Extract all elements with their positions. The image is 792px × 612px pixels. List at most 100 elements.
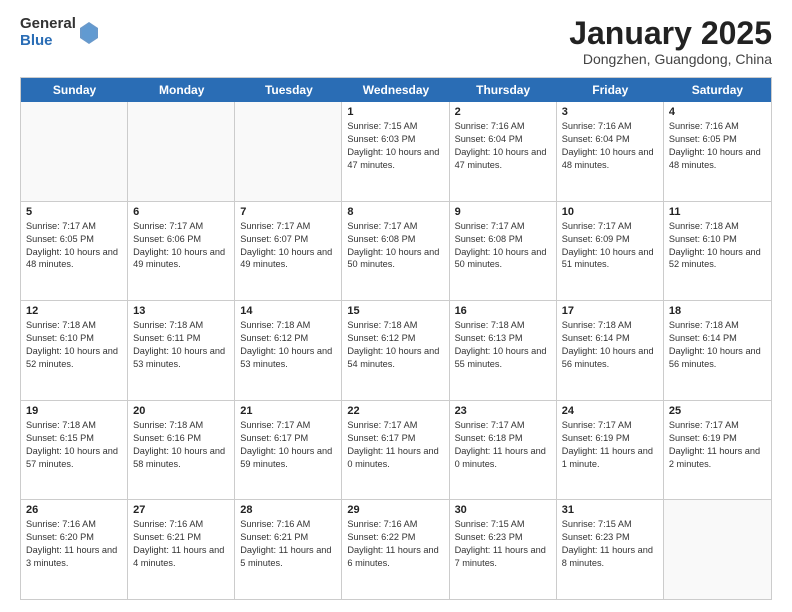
- cal-cell-4-5: 31 Sunrise: 7:15 AM Sunset: 6:23 PM Dayli…: [557, 500, 664, 599]
- day-number: 24: [562, 405, 658, 417]
- day-info: Sunrise: 7:16 AM Sunset: 6:05 PM Dayligh…: [669, 120, 766, 172]
- cal-cell-3-5: 24 Sunrise: 7:17 AM Sunset: 6:19 PM Dayli…: [557, 401, 664, 500]
- day-number: 14: [240, 305, 336, 317]
- cal-cell-4-1: 27 Sunrise: 7:16 AM Sunset: 6:21 PM Dayli…: [128, 500, 235, 599]
- header-monday: Monday: [128, 78, 235, 102]
- logo-icon: [80, 22, 98, 44]
- day-info: Sunrise: 7:16 AM Sunset: 6:21 PM Dayligh…: [240, 518, 336, 570]
- header: General Blue January 2025 Dongzhen, Guan…: [20, 16, 772, 67]
- day-number: 4: [669, 106, 766, 118]
- day-number: 18: [669, 305, 766, 317]
- day-info: Sunrise: 7:17 AM Sunset: 6:18 PM Dayligh…: [455, 419, 551, 471]
- day-number: 7: [240, 206, 336, 218]
- day-info: Sunrise: 7:16 AM Sunset: 6:20 PM Dayligh…: [26, 518, 122, 570]
- day-info: Sunrise: 7:17 AM Sunset: 6:08 PM Dayligh…: [455, 220, 551, 272]
- week-row-5: 26 Sunrise: 7:16 AM Sunset: 6:20 PM Dayli…: [21, 500, 771, 599]
- day-number: 1: [347, 106, 443, 118]
- day-number: 10: [562, 206, 658, 218]
- day-number: 25: [669, 405, 766, 417]
- calendar-header: Sunday Monday Tuesday Wednesday Thursday…: [21, 78, 771, 102]
- cal-cell-3-2: 21 Sunrise: 7:17 AM Sunset: 6:17 PM Dayli…: [235, 401, 342, 500]
- day-info: Sunrise: 7:16 AM Sunset: 6:21 PM Dayligh…: [133, 518, 229, 570]
- cal-cell-4-2: 28 Sunrise: 7:16 AM Sunset: 6:21 PM Dayli…: [235, 500, 342, 599]
- cal-cell-1-1: 6Sunrise: 7:17 AM Sunset: 6:06 PM Daylig…: [128, 202, 235, 301]
- week-row-1: 1 Sunrise: 7:15 AM Sunset: 6:03 PM Daylig…: [21, 102, 771, 202]
- page: General Blue January 2025 Dongzhen, Guan…: [0, 0, 792, 612]
- day-number: 27: [133, 504, 229, 516]
- day-number: 31: [562, 504, 658, 516]
- day-info: Sunrise: 7:18 AM Sunset: 6:10 PM Dayligh…: [669, 220, 766, 272]
- cal-cell-1-0: 5 Sunrise: 7:17 AM Sunset: 6:05 PM Daylig…: [21, 202, 128, 301]
- cal-cell-3-0: 19Sunrise: 7:18 AM Sunset: 6:15 PM Dayli…: [21, 401, 128, 500]
- logo-general: General: [20, 16, 76, 33]
- cal-cell-0-1: [128, 102, 235, 201]
- day-number: 13: [133, 305, 229, 317]
- day-number: 12: [26, 305, 122, 317]
- cal-cell-0-3: 1 Sunrise: 7:15 AM Sunset: 6:03 PM Daylig…: [342, 102, 449, 201]
- day-info: Sunrise: 7:15 AM Sunset: 6:23 PM Dayligh…: [562, 518, 658, 570]
- header-friday: Friday: [557, 78, 664, 102]
- header-tuesday: Tuesday: [235, 78, 342, 102]
- logo: General Blue: [20, 16, 98, 49]
- calendar-body: 1 Sunrise: 7:15 AM Sunset: 6:03 PM Daylig…: [21, 102, 771, 599]
- cal-cell-2-6: 18 Sunrise: 7:18 AM Sunset: 6:14 PM Dayli…: [664, 301, 771, 400]
- day-info: Sunrise: 7:18 AM Sunset: 6:14 PM Dayligh…: [669, 319, 766, 371]
- cal-cell-0-6: 4 Sunrise: 7:16 AM Sunset: 6:05 PM Daylig…: [664, 102, 771, 201]
- header-thursday: Thursday: [450, 78, 557, 102]
- cal-cell-2-1: 13 Sunrise: 7:18 AM Sunset: 6:11 PM Dayli…: [128, 301, 235, 400]
- day-number: 8: [347, 206, 443, 218]
- day-info: Sunrise: 7:17 AM Sunset: 6:17 PM Dayligh…: [347, 419, 443, 471]
- header-sunday: Sunday: [21, 78, 128, 102]
- day-number: 16: [455, 305, 551, 317]
- day-info: Sunrise: 7:17 AM Sunset: 6:17 PM Dayligh…: [240, 419, 336, 471]
- day-info: Sunrise: 7:17 AM Sunset: 6:19 PM Dayligh…: [562, 419, 658, 471]
- day-number: 5: [26, 206, 122, 218]
- month-title: January 2025: [569, 16, 772, 51]
- day-info: Sunrise: 7:17 AM Sunset: 6:06 PM Dayligh…: [133, 220, 229, 272]
- day-number: 15: [347, 305, 443, 317]
- day-info: Sunrise: 7:17 AM Sunset: 6:09 PM Dayligh…: [562, 220, 658, 272]
- day-info: Sunrise: 7:17 AM Sunset: 6:08 PM Dayligh…: [347, 220, 443, 272]
- cal-cell-2-5: 17Sunrise: 7:18 AM Sunset: 6:14 PM Dayli…: [557, 301, 664, 400]
- header-saturday: Saturday: [664, 78, 771, 102]
- day-info: Sunrise: 7:17 AM Sunset: 6:07 PM Dayligh…: [240, 220, 336, 272]
- title-section: January 2025 Dongzhen, Guangdong, China: [569, 16, 772, 67]
- cal-cell-3-3: 22 Sunrise: 7:17 AM Sunset: 6:17 PM Dayli…: [342, 401, 449, 500]
- day-number: 3: [562, 106, 658, 118]
- header-wednesday: Wednesday: [342, 78, 449, 102]
- cal-cell-1-6: 11Sunrise: 7:18 AM Sunset: 6:10 PM Dayli…: [664, 202, 771, 301]
- day-info: Sunrise: 7:17 AM Sunset: 6:19 PM Dayligh…: [669, 419, 766, 471]
- day-number: 29: [347, 504, 443, 516]
- week-row-4: 19Sunrise: 7:18 AM Sunset: 6:15 PM Dayli…: [21, 401, 771, 501]
- cal-cell-4-0: 26 Sunrise: 7:16 AM Sunset: 6:20 PM Dayli…: [21, 500, 128, 599]
- day-number: 2: [455, 106, 551, 118]
- cal-cell-4-3: 29 Sunrise: 7:16 AM Sunset: 6:22 PM Dayli…: [342, 500, 449, 599]
- day-number: 26: [26, 504, 122, 516]
- day-info: Sunrise: 7:15 AM Sunset: 6:03 PM Dayligh…: [347, 120, 443, 172]
- day-number: 23: [455, 405, 551, 417]
- cal-cell-0-2: [235, 102, 342, 201]
- day-info: Sunrise: 7:16 AM Sunset: 6:22 PM Dayligh…: [347, 518, 443, 570]
- week-row-2: 5 Sunrise: 7:17 AM Sunset: 6:05 PM Daylig…: [21, 202, 771, 302]
- day-info: Sunrise: 7:18 AM Sunset: 6:16 PM Dayligh…: [133, 419, 229, 471]
- day-info: Sunrise: 7:17 AM Sunset: 6:05 PM Dayligh…: [26, 220, 122, 272]
- cal-cell-1-2: 7 Sunrise: 7:17 AM Sunset: 6:07 PM Daylig…: [235, 202, 342, 301]
- cal-cell-3-4: 23 Sunrise: 7:17 AM Sunset: 6:18 PM Dayli…: [450, 401, 557, 500]
- week-row-3: 12 Sunrise: 7:18 AM Sunset: 6:10 PM Dayli…: [21, 301, 771, 401]
- cal-cell-3-1: 20Sunrise: 7:18 AM Sunset: 6:16 PM Dayli…: [128, 401, 235, 500]
- calendar: Sunday Monday Tuesday Wednesday Thursday…: [20, 77, 772, 600]
- location: Dongzhen, Guangdong, China: [569, 51, 772, 67]
- day-info: Sunrise: 7:18 AM Sunset: 6:12 PM Dayligh…: [347, 319, 443, 371]
- cal-cell-1-3: 8 Sunrise: 7:17 AM Sunset: 6:08 PM Daylig…: [342, 202, 449, 301]
- day-info: Sunrise: 7:18 AM Sunset: 6:10 PM Dayligh…: [26, 319, 122, 371]
- day-number: 28: [240, 504, 336, 516]
- day-number: 21: [240, 405, 336, 417]
- day-info: Sunrise: 7:18 AM Sunset: 6:15 PM Dayligh…: [26, 419, 122, 471]
- day-info: Sunrise: 7:16 AM Sunset: 6:04 PM Dayligh…: [455, 120, 551, 172]
- cal-cell-2-0: 12 Sunrise: 7:18 AM Sunset: 6:10 PM Dayli…: [21, 301, 128, 400]
- cal-cell-2-3: 15 Sunrise: 7:18 AM Sunset: 6:12 PM Dayli…: [342, 301, 449, 400]
- cal-cell-1-4: 9Sunrise: 7:17 AM Sunset: 6:08 PM Daylig…: [450, 202, 557, 301]
- day-number: 22: [347, 405, 443, 417]
- day-info: Sunrise: 7:18 AM Sunset: 6:11 PM Dayligh…: [133, 319, 229, 371]
- day-info: Sunrise: 7:15 AM Sunset: 6:23 PM Dayligh…: [455, 518, 551, 570]
